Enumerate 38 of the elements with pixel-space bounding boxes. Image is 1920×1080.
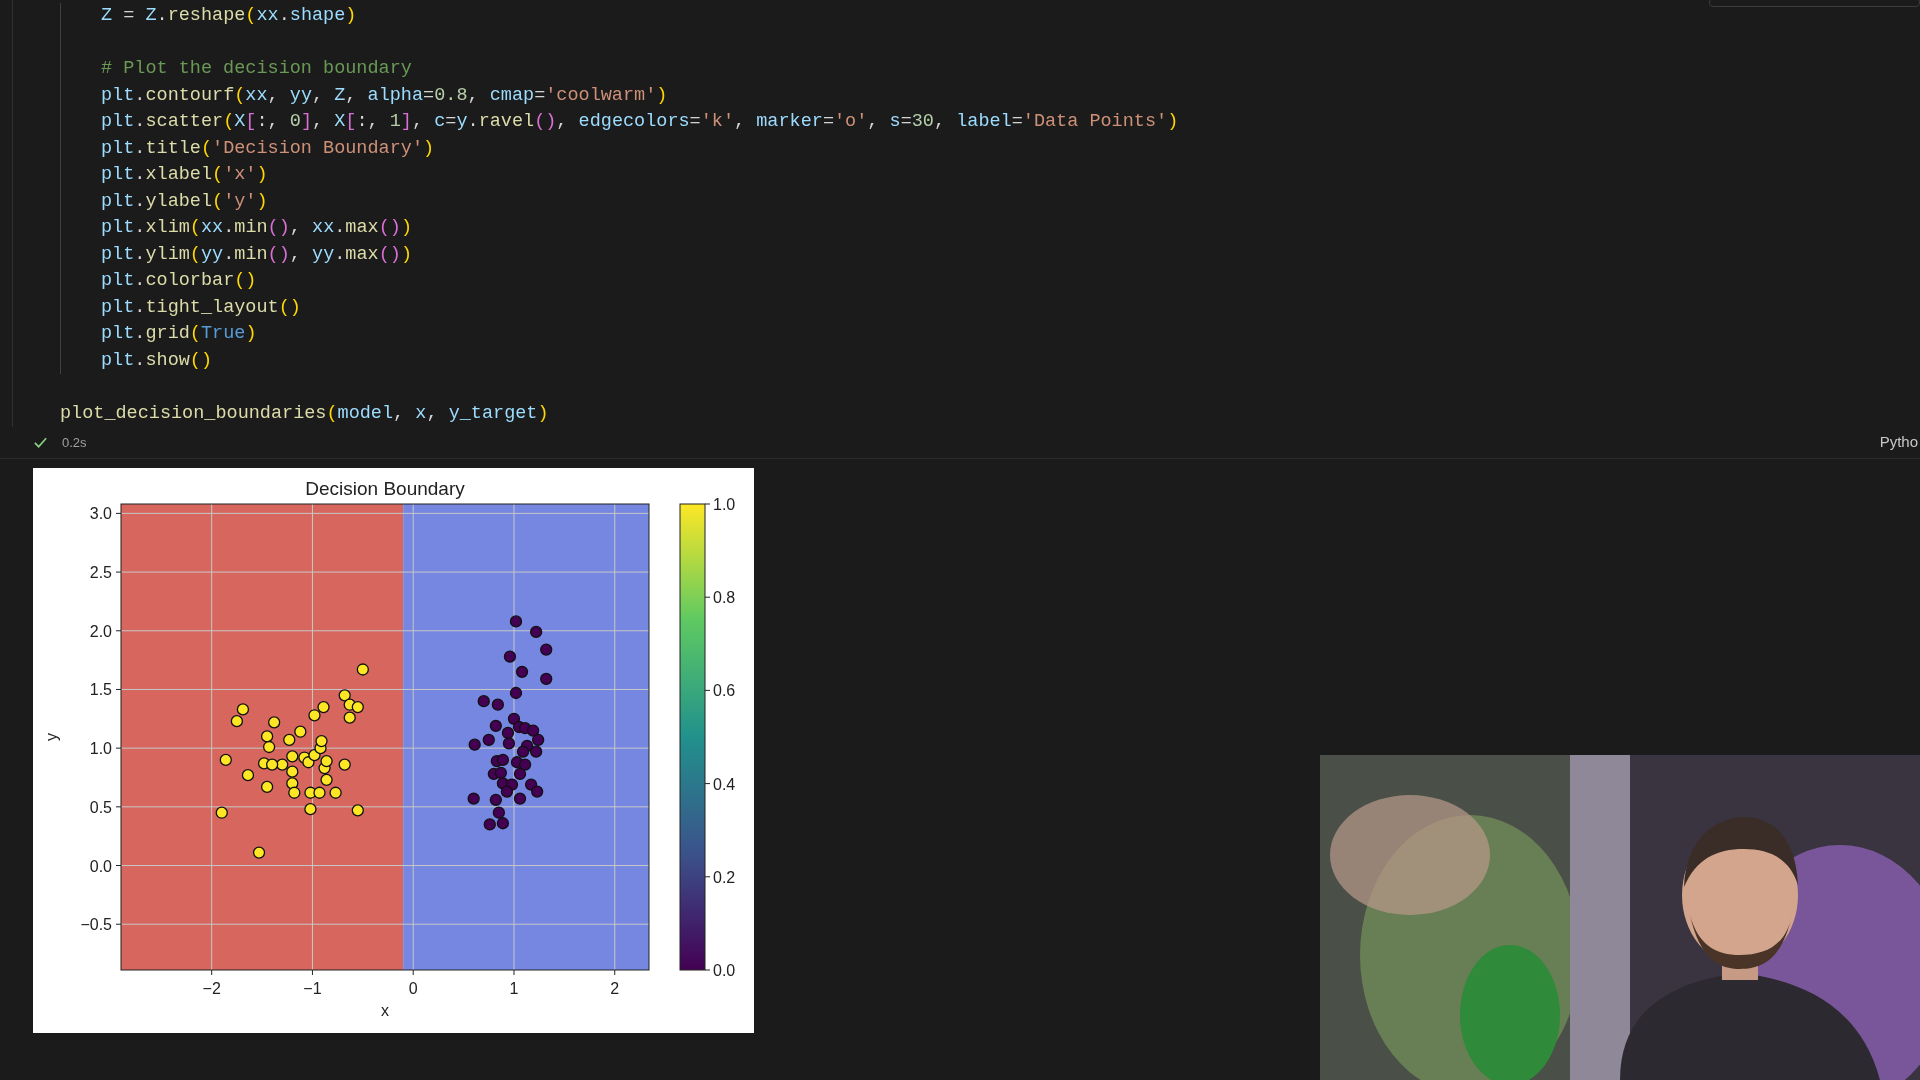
y-tick-label: 2.0 [89, 622, 112, 640]
code-line: # Plot the decision boundary [101, 57, 412, 81]
code-line: plt.tight_layout() [101, 295, 301, 320]
code-line: plt.ylabel('y') [101, 189, 268, 214]
code-line: plt.contourf(xx, yy, Z, alpha=0.8, cmap='coolwarm') [101, 83, 668, 108]
code-line: plt.show() [101, 348, 213, 373]
x-tick-label: −1 [303, 980, 322, 997]
y-axis-label: y [43, 733, 60, 741]
x-axis-label: x [381, 1002, 389, 1019]
execution-time: 0.2s [62, 433, 87, 452]
code-line: plt.scatter(X[:, 0], X[:, 1], c=y.ravel(), edgecolors='k', marker='o', s=30, label='Data Points') [101, 110, 1179, 134]
code-line: plt.xlabel('x') [101, 163, 268, 187]
x-tick-label: 0 [408, 980, 418, 997]
code-line: plt.xlim(xx.min(), xx.max()) [101, 216, 412, 240]
kernel-language: Pytho [1879, 432, 1918, 453]
y-tick-label: 0.5 [89, 798, 112, 816]
colorbar-tick-label: 0.6 [713, 682, 736, 700]
code-line: plot_decision_boundaries(model, x, y_target) [60, 401, 549, 426]
colorbar-tick-label: 0.2 [713, 868, 736, 886]
chart-title: Decision Boundary [305, 478, 465, 499]
x-tick-label: −2 [202, 980, 221, 997]
y-tick-label: 1.0 [89, 740, 112, 758]
code-line: plt.ylim(yy.min(), yy.max()) [101, 242, 412, 267]
x-tick-label: 1 [509, 980, 519, 997]
colorbar-tick-label: 0.4 [713, 775, 736, 793]
x-tick-label: 2 [610, 980, 620, 997]
y-tick-label: 3.0 [89, 505, 112, 523]
y-tick-label: −0.5 [80, 916, 112, 934]
colorbar-tick-label: 1.0 [713, 496, 736, 513]
code-line: Z = Z.reshape(xx.shape) [101, 4, 357, 28]
y-tick-label: 2.5 [89, 564, 112, 582]
code-line: plt.grid(True) [101, 322, 257, 346]
y-tick-label: 1.5 [89, 681, 112, 699]
code-line: plt.title('Decision Boundary') [101, 136, 435, 161]
y-tick-label: 0.0 [89, 857, 112, 875]
colorbar-tick-label: 0.0 [713, 962, 736, 979]
colorbar-tick-label: 0.8 [713, 589, 736, 607]
code-line: plt.colorbar() [101, 269, 257, 293]
